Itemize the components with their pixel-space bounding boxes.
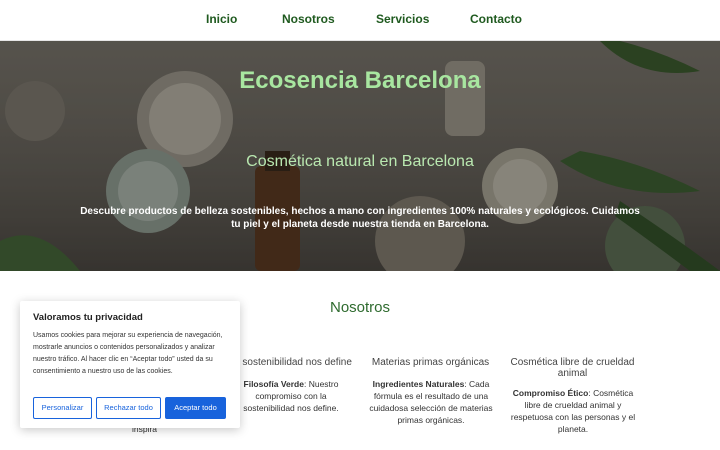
hero-description: Descubre productos de belleza sostenible…: [80, 206, 640, 230]
feature-card-lead: Ingredientes Naturales: [372, 379, 465, 389]
feature-card-body-sostenibilidad: Filosofía Verde: Nuestro compromiso con …: [230, 378, 352, 414]
feature-card-body-crueldad: Compromiso Ético: Cosmética libre de cru…: [508, 387, 638, 435]
customize-cookies-button[interactable]: Personalizar: [33, 397, 92, 419]
cookie-banner-title: Valoramos tu privacidad: [33, 312, 143, 323]
feature-card-title-sostenibilidad: a sostenibilidad nos define: [234, 357, 352, 368]
feature-card-body-materias: Ingredientes Naturales: Cada fórmula es …: [368, 378, 494, 426]
nav-link-servicios[interactable]: Servicios: [376, 12, 429, 26]
feature-card-title-materias: Materias primas orgánicas: [371, 357, 490, 368]
reject-all-cookies-button[interactable]: Rechazar todo: [96, 397, 161, 419]
feature-card-lead: Filosofía Verde: [243, 379, 304, 389]
nav-link-contacto[interactable]: Contacto: [470, 12, 522, 26]
feature-card-title-crueldad: Cosmética libre de crueldad animal: [510, 357, 635, 379]
nav-link-inicio[interactable]: Inicio: [206, 12, 237, 26]
hero-banner: Ecosencia Barcelona Cosmética natural en…: [0, 41, 720, 271]
cookie-consent-banner: Valoramos tu privacidad Usamos cookies p…: [20, 301, 240, 428]
hero-subtitle: Cosmética natural en Barcelona: [246, 153, 474, 170]
hero-title: Ecosencia Barcelona: [239, 67, 481, 94]
nav-link-nosotros[interactable]: Nosotros: [282, 12, 335, 26]
cookie-banner-text: Usamos cookies para mejorar su experienc…: [33, 332, 223, 375]
top-navigation: Inicio Nosotros Servicios Contacto: [0, 0, 720, 41]
accept-all-cookies-button[interactable]: Aceptar todo: [165, 397, 226, 419]
feature-card-lead: Compromiso Ético: [512, 388, 589, 398]
